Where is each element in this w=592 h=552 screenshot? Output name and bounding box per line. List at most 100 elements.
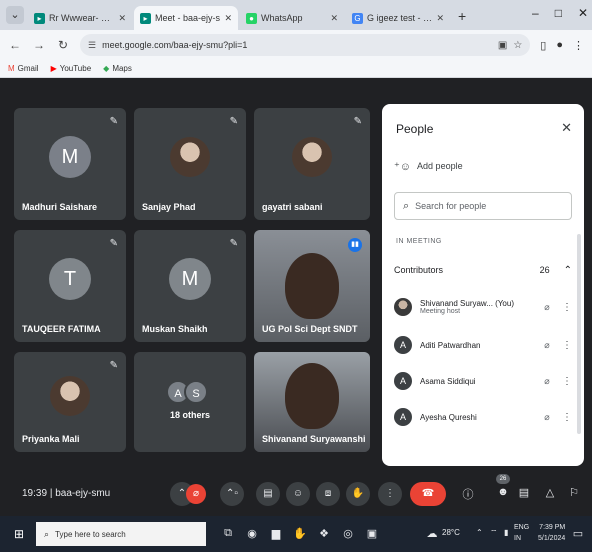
maximize-icon[interactable]: □ [555, 6, 562, 20]
bookmark-maps[interactable]: ◆ Maps [103, 64, 132, 73]
sidebar-icon[interactable]: ▯ [540, 39, 546, 52]
site-info-icon[interactable]: ☰ [88, 40, 96, 51]
more-options-icon[interactable]: ⋮ [562, 376, 572, 387]
participant-row[interactable]: A Aditi Patwardhan ⌀ ⋮ [394, 330, 572, 360]
participant-tile[interactable]: ✎ gayatri sabani [254, 108, 370, 220]
others-tile[interactable]: A S 18 others [134, 352, 246, 452]
whatsapp-icon: ● [246, 12, 257, 24]
browser-tab-3[interactable]: ● WhatsApp ✕ [240, 6, 344, 30]
panel-title: People [396, 122, 434, 136]
system-clock[interactable]: 7:39 PM 5/1/2024 [538, 522, 565, 544]
close-icon[interactable]: ✕ [561, 120, 572, 136]
url-text[interactable]: meet.google.com/baa-ejy-smu?pli=1 [102, 40, 492, 50]
others-avatar-stack: A S [166, 380, 208, 404]
people-icon[interactable]: ☻ [495, 486, 511, 498]
people-panel: People ✕ ⁺☺ Add people ⌕ Search for peop… [382, 104, 584, 466]
tab-search-icon[interactable]: ⌄ [6, 6, 24, 24]
emoji-icon[interactable]: ☺ [286, 482, 310, 506]
battery-icon[interactable]: ▮ [504, 528, 508, 537]
host-controls-icon[interactable]: ⚐ [566, 486, 582, 499]
search-people-input[interactable]: ⌕ Search for people [394, 192, 572, 220]
reload-icon[interactable]: ↻ [56, 38, 70, 52]
raise-hand-icon[interactable]: ✋ [346, 482, 370, 506]
participant-row[interactable]: Shivanand Suryaw... (You) Meeting host ⌀… [394, 292, 572, 322]
camera-permission-icon[interactable]: ▣ [498, 40, 507, 51]
back-icon[interactable]: ← [8, 38, 22, 52]
mic-off-icon[interactable]: ⌀ [540, 340, 554, 351]
present-icon[interactable]: ⧈ [316, 482, 340, 506]
hang-up-icon[interactable]: ☎ [410, 482, 446, 506]
app-icon[interactable]: ▣ [364, 527, 380, 540]
bookmark-gmail[interactable]: M Gmail [8, 64, 39, 73]
menu-icon[interactable]: ⋮ [573, 39, 584, 52]
avatar: T [49, 258, 91, 301]
participant-row[interactable]: A Asama Siddiqui ⌀ ⋮ [394, 366, 572, 396]
avatar: A [394, 372, 412, 390]
activities-icon[interactable]: △ [542, 486, 558, 499]
more-options-icon[interactable]: ⋮ [562, 340, 572, 351]
participant-video-tile[interactable]: Shivanand Suryawanshi [254, 352, 370, 452]
mic-off-icon[interactable]: ⌀ [186, 484, 206, 504]
participant-tile[interactable]: ✎ Sanjay Phad [134, 108, 246, 220]
browser-tab-1[interactable]: ▸ Rr Wwwear- sunymans ✕ [28, 6, 132, 30]
section-heading: IN MEETING [396, 238, 442, 245]
avatar [50, 376, 90, 416]
forward-icon[interactable]: → [32, 38, 46, 52]
taskbar-search-input[interactable]: ⌕ Type here to search [36, 522, 206, 546]
minimize-icon[interactable]: – [532, 6, 539, 20]
participant-video [285, 363, 339, 429]
speaking-indicator-icon: ▮▮ [348, 238, 362, 252]
participant-tile[interactable]: ✎ Priyanka Mali [14, 352, 126, 452]
more-options-icon[interactable]: ⋮ [562, 302, 572, 313]
mic-off-icon[interactable]: ⌀ [540, 412, 554, 423]
mic-off-icon[interactable]: ⌀ [540, 302, 554, 313]
participant-row[interactable]: A Ayesha Qureshi ⌀ ⋮ [394, 402, 572, 432]
bookmark-label: Maps [112, 64, 132, 73]
profile-icon[interactable]: ● [556, 39, 563, 51]
close-icon[interactable]: ✕ [436, 13, 444, 24]
close-icon[interactable]: ✕ [330, 13, 338, 24]
app-icon[interactable]: ✋ [292, 527, 308, 540]
captions-icon[interactable]: ▤ [256, 482, 280, 506]
info-icon[interactable]: ⓘ [460, 486, 476, 502]
avatar: A [394, 408, 412, 426]
contributors-group[interactable]: Contributors 26 ⌃ [394, 256, 572, 284]
file-explorer-icon[interactable]: ▆ [268, 527, 284, 540]
bookmark-star-icon[interactable]: ☆ [513, 40, 522, 51]
task-view-icon[interactable]: ⧉ [220, 527, 236, 540]
browser-tab-4[interactable]: G G igeez test - Google S ✕ [346, 6, 450, 30]
chevron-up-icon[interactable]: ⌃ [564, 265, 572, 276]
more-icon[interactable]: ⋮ [378, 482, 402, 506]
participant-name: UG Pol Sci Dept SNDT [262, 324, 358, 334]
participant-video-tile[interactable]: ▮▮ UG Pol Sci Dept SNDT [254, 230, 370, 342]
chrome-icon[interactable]: ◉ [244, 527, 260, 540]
chat-icon[interactable]: ▤ [516, 486, 532, 499]
new-tab-icon[interactable]: + [458, 8, 466, 24]
browser-tab-2[interactable]: ▸ Meet - baa-ejy-s ✕ [134, 6, 238, 30]
omnibox[interactable]: ☰ meet.google.com/baa-ejy-smu?pli=1 ▣ ☆ [80, 34, 531, 56]
search-icon: ⌕ [403, 199, 410, 212]
network-icon[interactable]: ⌔ [490, 528, 498, 538]
panel-scrollbar[interactable] [577, 234, 581, 434]
close-icon[interactable]: ✕ [224, 13, 232, 24]
participant-tile[interactable]: M ✎ Muskan Shaikh [134, 230, 246, 342]
windows-start-icon[interactable]: ⊞ [14, 527, 24, 541]
close-icon[interactable]: ✕ [118, 13, 126, 24]
meet-icon: ▸ [140, 12, 151, 24]
app-icon[interactable]: ◎ [340, 527, 356, 540]
add-people-button[interactable]: ⁺☺ Add people [394, 156, 463, 176]
mic-off-icon: ✎ [109, 116, 118, 127]
more-options-icon[interactable]: ⋮ [562, 412, 572, 423]
clock-date: 5/1/2024 [538, 535, 566, 542]
tray-chevron-icon[interactable]: ⌃ [476, 528, 483, 537]
app-icon[interactable]: ❖ [316, 527, 332, 540]
bookmark-youtube[interactable]: ▶ YouTube [51, 64, 92, 73]
close-window-icon[interactable]: ✕ [578, 6, 588, 20]
notifications-icon[interactable]: ▭ [570, 527, 586, 540]
participant-role: Meeting host [420, 308, 461, 315]
participant-tile[interactable]: M ✎ Madhuri Saishare [14, 108, 126, 220]
mic-off-icon[interactable]: ⌀ [540, 376, 554, 387]
camera-icon[interactable]: ⌃▫ [220, 482, 244, 506]
language-indicator[interactable]: ENG IN [514, 522, 529, 544]
participant-tile[interactable]: T ✎ TAUQEER FATIMA [14, 230, 126, 342]
